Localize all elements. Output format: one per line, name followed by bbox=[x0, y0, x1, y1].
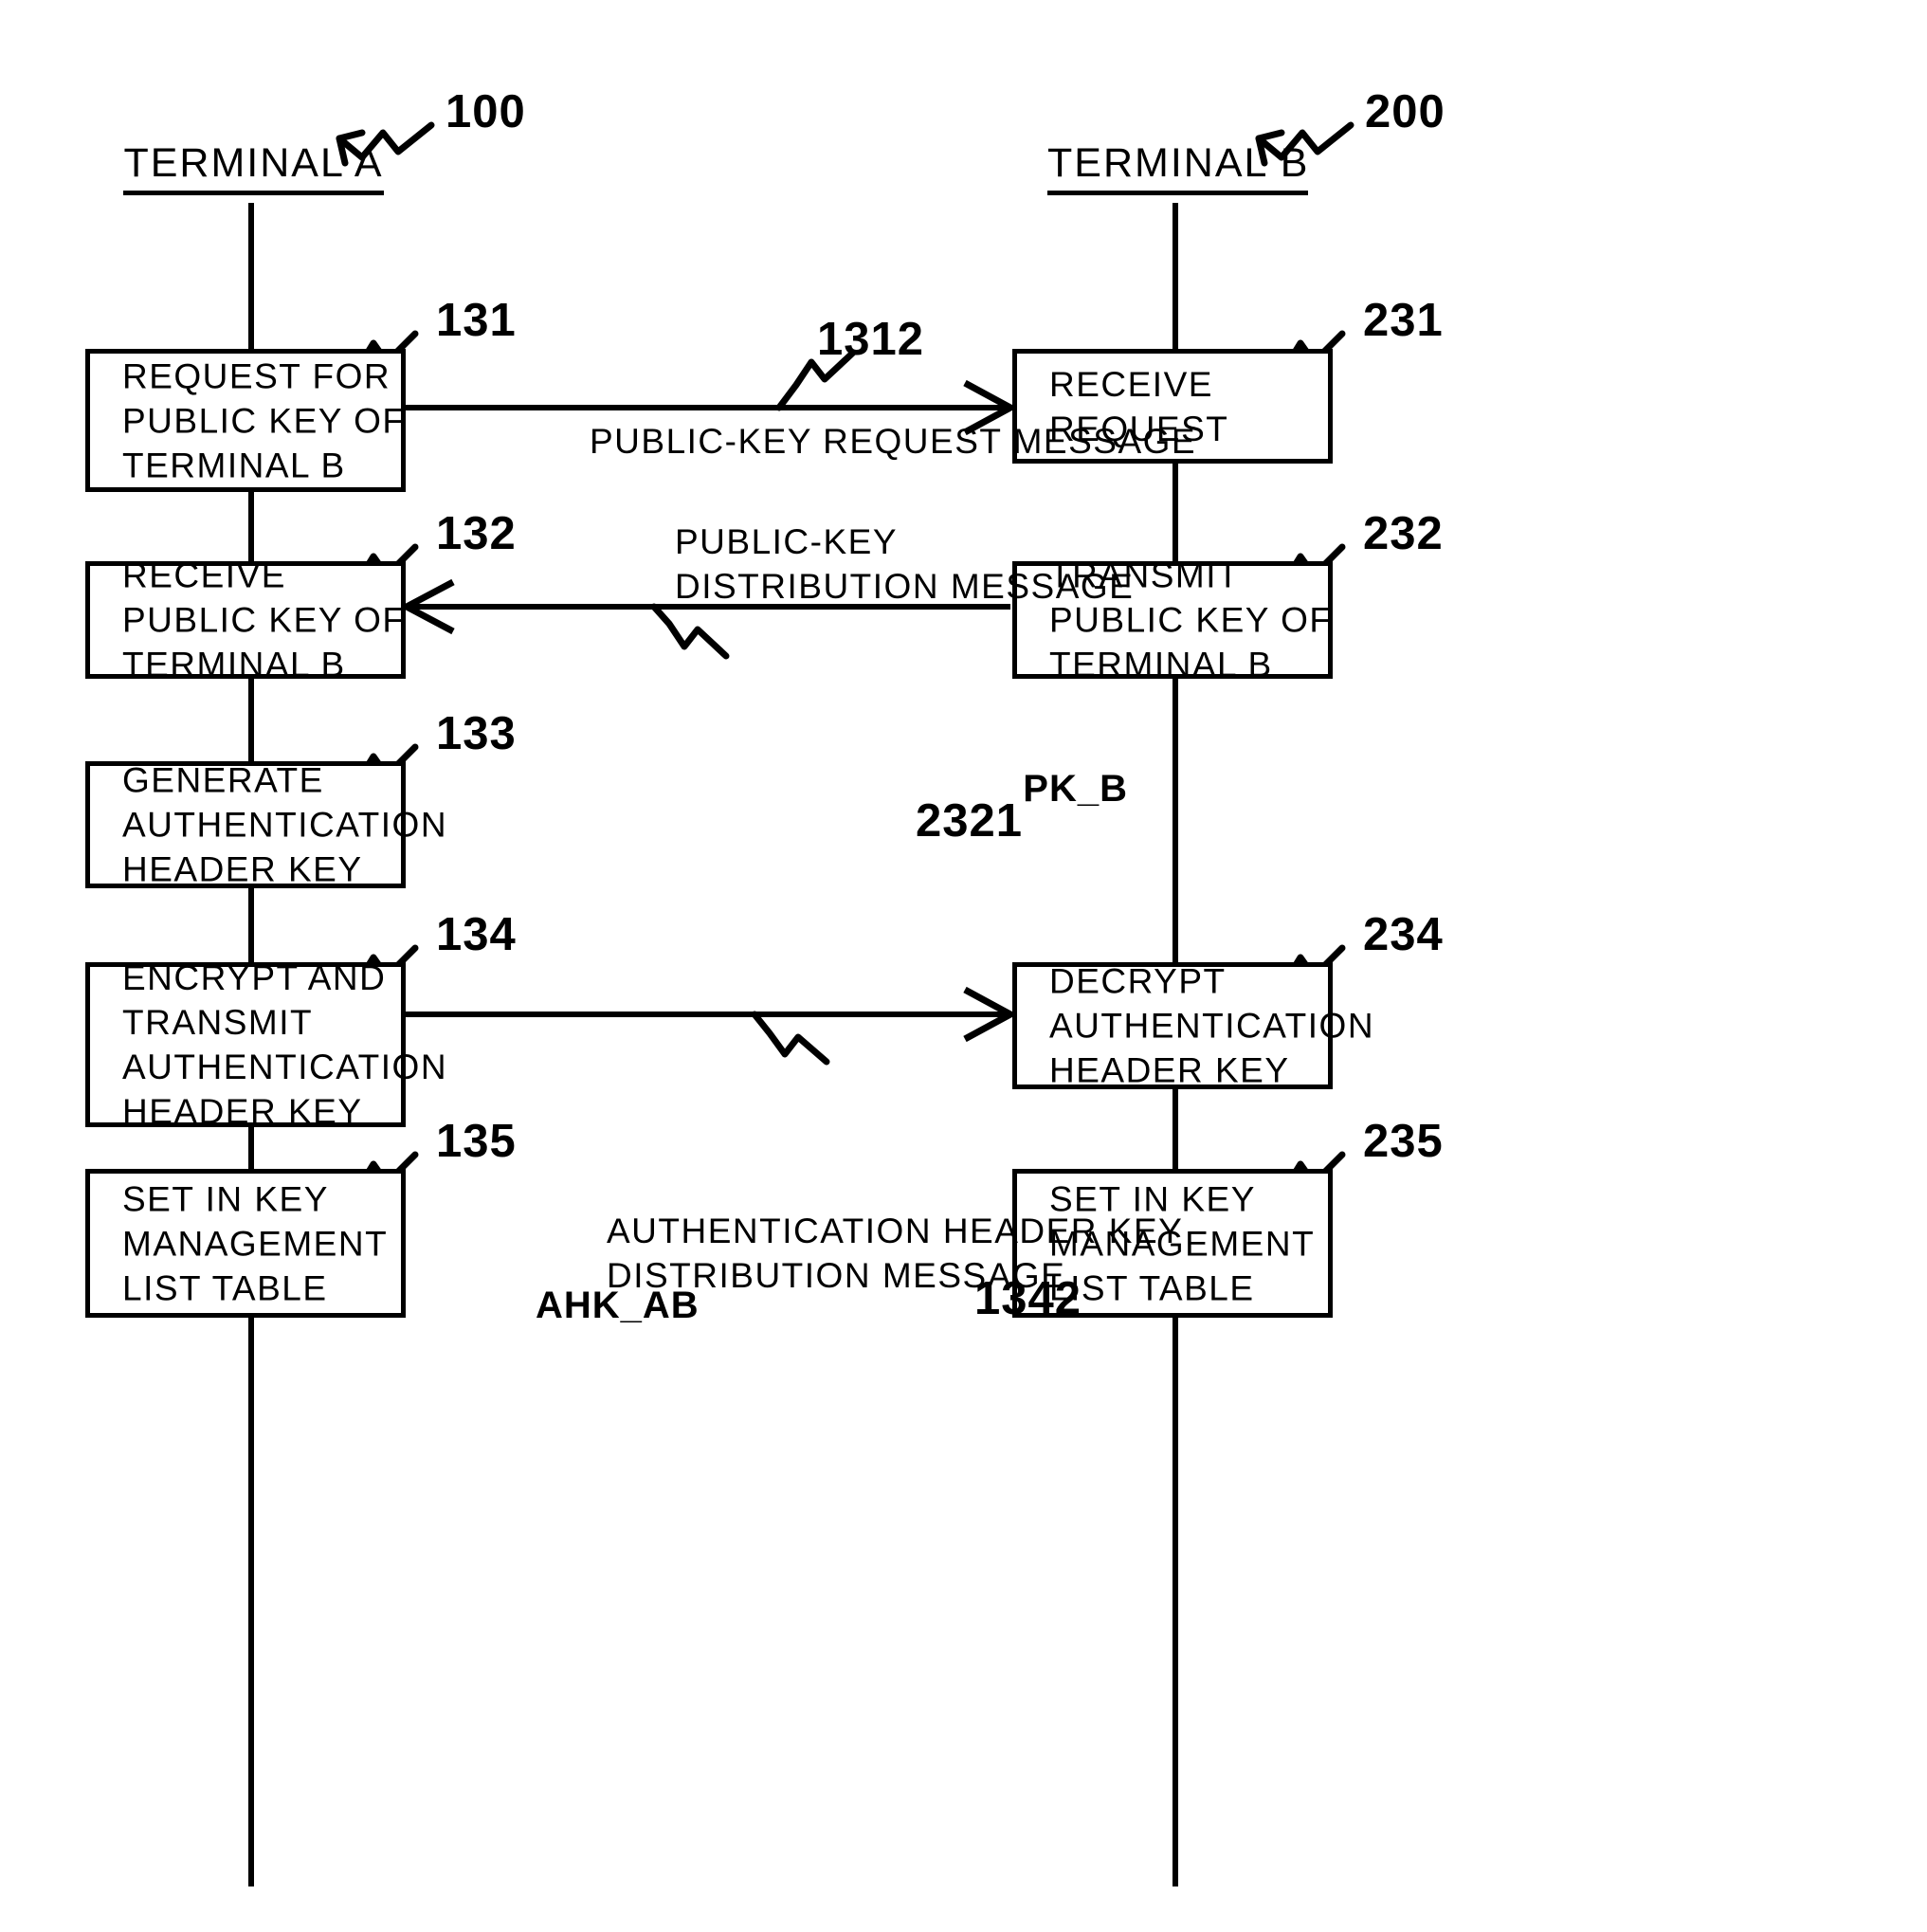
step-box-135[interactable]: SET IN KEY MANAGEMENT LIST TABLE bbox=[85, 1169, 406, 1318]
step-box-133-label: GENERATE AUTHENTICATION HEADER KEY bbox=[122, 760, 448, 889]
ref-200: 200 bbox=[1365, 86, 1445, 137]
step-box-134[interactable]: ENCRYPT AND TRANSMIT AUTHENTICATION HEAD… bbox=[85, 958, 446, 1131]
ref-135: 135 bbox=[436, 1116, 517, 1167]
terminal-b-title: TERMINAL B bbox=[1047, 140, 1310, 186]
payload-label-pk-b: PK_B bbox=[1023, 768, 1128, 810]
column-header-terminal-a: TERMINAL A bbox=[123, 140, 384, 195]
step-box-133[interactable]: GENERATE AUTHENTICATION HEADER KEY bbox=[85, 761, 446, 889]
message-label-1312: PUBLIC-KEY REQUEST MESSAGE bbox=[590, 422, 1197, 461]
patent-figure: TERMINAL A 100 TERMINAL B 200 REQUEST FO… bbox=[0, 0, 1927, 1932]
column-header-terminal-b: TERMINAL B bbox=[1047, 140, 1308, 195]
ref-1342: 1342 bbox=[974, 1273, 1082, 1324]
leadline-1342 bbox=[751, 1011, 830, 1066]
ref-100: 100 bbox=[445, 86, 526, 137]
leadline-2321 bbox=[650, 603, 730, 660]
ref-133: 133 bbox=[436, 708, 517, 759]
step-box-234-label: DECRYPT AUTHENTICATION HEADER KEY bbox=[1049, 961, 1375, 1090]
terminal-a-underline bbox=[123, 191, 384, 195]
message-label-2321: PUBLIC-KEY DISTRIBUTION MESSAGE bbox=[675, 522, 1135, 606]
ref-231: 231 bbox=[1363, 295, 1444, 346]
step-box-234[interactable]: DECRYPT AUTHENTICATION HEADER KEY bbox=[1012, 962, 1373, 1090]
ref-2321: 2321 bbox=[916, 795, 1024, 847]
step-box-134-label: ENCRYPT AND TRANSMIT AUTHENTICATION HEAD… bbox=[122, 958, 448, 1131]
terminal-a-title: TERMINAL A bbox=[123, 140, 384, 186]
ref-234: 234 bbox=[1363, 909, 1444, 960]
payload-label-ahk-ab: AHK_AB bbox=[536, 1285, 700, 1326]
step-box-131[interactable]: REQUEST FOR PUBLIC KEY OF TERMINAL B bbox=[85, 349, 406, 492]
ref-131: 131 bbox=[436, 295, 517, 346]
arrow-1342 bbox=[406, 986, 1018, 1043]
ref-1312: 1312 bbox=[817, 314, 925, 365]
step-box-135-label: SET IN KEY MANAGEMENT LIST TABLE bbox=[122, 1179, 389, 1307]
ref-232: 232 bbox=[1363, 508, 1444, 559]
step-box-132[interactable]: RECEIVE PUBLIC KEY OF TERMINAL B bbox=[85, 556, 406, 684]
ref-235: 235 bbox=[1363, 1116, 1444, 1167]
terminal-b-underline bbox=[1047, 191, 1308, 195]
ref-134: 134 bbox=[436, 909, 517, 960]
ref-132: 132 bbox=[436, 508, 517, 559]
step-box-132-label: RECEIVE PUBLIC KEY OF TERMINAL B bbox=[122, 556, 406, 684]
step-box-131-label: REQUEST FOR PUBLIC KEY OF TERMINAL B bbox=[122, 356, 406, 484]
